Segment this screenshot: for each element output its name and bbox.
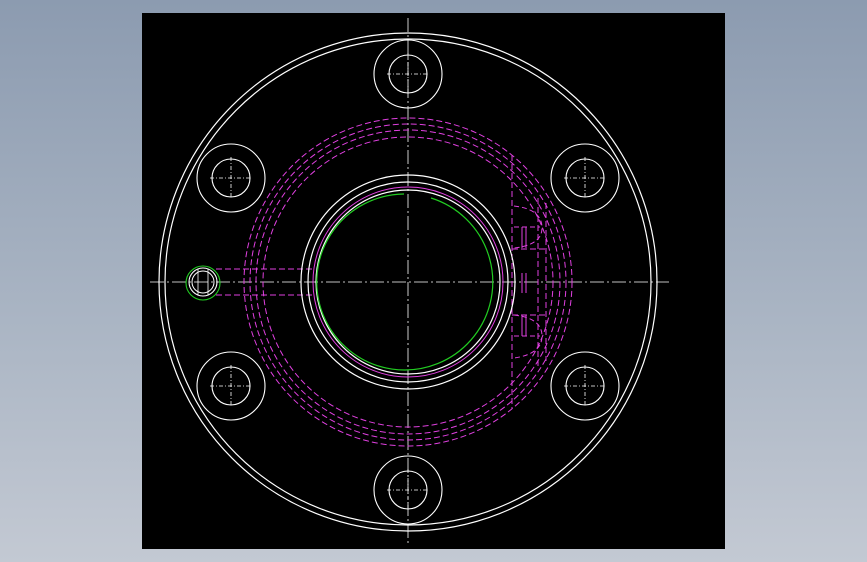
radial-port-hole <box>185 265 221 301</box>
bolt-hole-upper-right <box>550 143 620 213</box>
bolt-hole-lower-left <box>196 351 266 421</box>
centerlines <box>150 18 669 545</box>
bolt-hole-lower-right <box>550 351 620 421</box>
flange-drawing <box>150 18 669 545</box>
cad-viewport[interactable] <box>142 13 725 549</box>
bolt-hole-upper-left <box>196 143 266 213</box>
